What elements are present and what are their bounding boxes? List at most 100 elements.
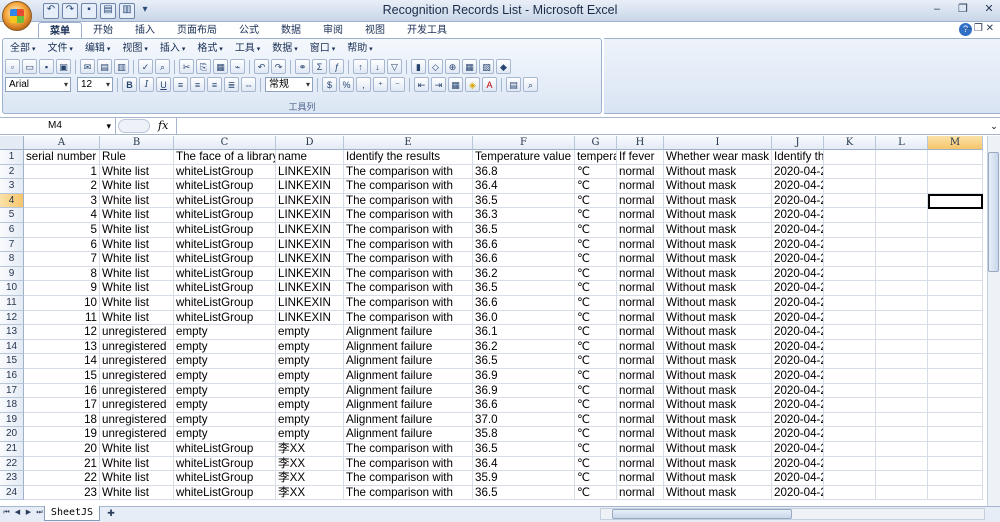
row-header[interactable]: 13 [0, 325, 24, 340]
table-cell[interactable]: whiteListGroup [174, 456, 276, 472]
permission-icon[interactable]: ▣ [56, 59, 71, 74]
table-cell[interactable]: 36.1 [473, 325, 575, 340]
spelling-icon[interactable]: ✓ [138, 59, 153, 74]
ribbon-tab[interactable]: 数据 [270, 22, 312, 39]
expand-formula-bar-icon[interactable]: ⌄ [988, 118, 1000, 134]
row-header[interactable]: 16 [0, 369, 24, 384]
table-cell[interactable]: 37.0 [473, 412, 575, 428]
table-cell[interactable]: ℃ [575, 179, 617, 194]
open-icon[interactable]: ▭ [22, 59, 37, 74]
table-cell[interactable]: normal [617, 398, 664, 413]
table-cell[interactable]: The comparison with [344, 179, 473, 194]
italic-button[interactable]: I [139, 77, 154, 92]
table-cell[interactable] [824, 354, 876, 369]
table-cell[interactable] [876, 325, 928, 340]
table-cell[interactable]: unregistered [100, 354, 174, 369]
header-cell[interactable]: Identify the results [344, 150, 473, 165]
table-cell[interactable]: ℃ [575, 427, 617, 442]
table-cell[interactable]: The comparison with [344, 266, 473, 282]
table-cell[interactable] [824, 471, 876, 486]
table-cell[interactable] [928, 266, 983, 282]
table-cell[interactable]: 2020-04-29 18:17:46 [772, 310, 824, 326]
column-header[interactable]: L [876, 136, 928, 150]
table-cell[interactable] [876, 223, 928, 238]
table-cell[interactable]: LINKEXIN [276, 223, 344, 238]
align-center-icon[interactable]: ≡ [190, 77, 205, 92]
table-cell[interactable]: Without mask [664, 252, 772, 267]
row-header[interactable]: 9 [0, 266, 24, 282]
table-cell[interactable]: LINKEXIN [276, 266, 344, 282]
table-cell[interactable] [876, 485, 928, 501]
table-cell[interactable]: whiteListGroup [174, 281, 276, 296]
column-header[interactable]: H [617, 136, 664, 150]
row-header[interactable]: 7 [0, 237, 24, 253]
table-cell[interactable]: 2020-04-29 18:05:33 [772, 339, 824, 355]
research-icon[interactable]: ⌕ [155, 59, 170, 74]
row-header[interactable]: 12 [0, 310, 24, 326]
table-cell[interactable]: 11 [24, 310, 100, 326]
table-cell[interactable]: 22 [24, 471, 100, 486]
table-cell[interactable] [824, 193, 876, 209]
table-cell[interactable] [876, 208, 928, 223]
ribbon-tab[interactable]: 页面布局 [166, 22, 228, 39]
table-cell[interactable]: LINKEXIN [276, 281, 344, 296]
row-header[interactable]: 14 [0, 339, 24, 355]
cut-icon[interactable]: ✂ [179, 59, 194, 74]
table-cell[interactable] [876, 237, 928, 253]
table-cell[interactable]: Without mask [664, 164, 772, 180]
table-cell[interactable] [928, 412, 983, 428]
table-cell[interactable] [876, 471, 928, 486]
table-cell[interactable]: ℃ [575, 266, 617, 282]
table-cell[interactable]: 2020-04-29 12:54:52 [772, 456, 824, 472]
table-cell[interactable]: empty [276, 398, 344, 413]
table-cell[interactable] [824, 266, 876, 282]
table-cell[interactable]: 15 [24, 369, 100, 384]
vertical-scroll-thumb[interactable] [988, 152, 999, 272]
table-cell[interactable]: Without mask [664, 281, 772, 296]
table-cell[interactable]: 12 [24, 325, 100, 340]
row-header[interactable]: 23 [0, 471, 24, 486]
table-cell[interactable]: 2020-04-29 18:06:41 [772, 325, 824, 340]
menu-item[interactable]: 文件 [41, 41, 78, 56]
ribbon-tab[interactable]: 视图 [354, 22, 396, 39]
table-cell[interactable]: ℃ [575, 325, 617, 340]
table-cell[interactable]: whiteListGroup [174, 208, 276, 223]
table-cell[interactable]: 李XX [276, 456, 344, 472]
column-header[interactable]: J [772, 136, 824, 150]
table-cell[interactable] [928, 398, 983, 413]
table-cell[interactable]: normal [617, 369, 664, 384]
borders-icon[interactable]: ▦ [448, 77, 463, 92]
table-cell[interactable]: The comparison with [344, 208, 473, 223]
table-cell[interactable]: unregistered [100, 383, 174, 399]
font-size-select[interactable]: 12 [77, 77, 113, 92]
table-cell[interactable] [876, 310, 928, 326]
menu-item[interactable]: 编辑 [79, 41, 116, 56]
table-cell[interactable] [824, 442, 876, 457]
table-cell[interactable]: normal [617, 383, 664, 399]
table-cell[interactable]: LINKEXIN [276, 296, 344, 311]
column-header[interactable]: M [928, 136, 983, 150]
table-cell[interactable]: 36.5 [473, 442, 575, 457]
table-cell[interactable]: whiteListGroup [174, 310, 276, 326]
table-cell[interactable] [928, 383, 983, 399]
table-cell[interactable]: The comparison with [344, 310, 473, 326]
minimize-button[interactable]: – [930, 2, 944, 16]
undo-icon[interactable]: ↶ [254, 59, 269, 74]
table-cell[interactable]: normal [617, 442, 664, 457]
header-cell[interactable] [928, 150, 983, 165]
table-cell[interactable] [876, 412, 928, 428]
table-cell[interactable]: unregistered [100, 427, 174, 442]
table-cell[interactable]: Alignment failure [344, 383, 473, 399]
table-cell[interactable]: 35.8 [473, 427, 575, 442]
table-cell[interactable]: whiteListGroup [174, 442, 276, 457]
table-cell[interactable]: ℃ [575, 456, 617, 472]
ribbon-tab[interactable]: 开始 [82, 22, 124, 39]
filter-icon[interactable]: ▽ [387, 59, 402, 74]
row-header[interactable]: 5 [0, 208, 24, 223]
table-cell[interactable]: Alignment failure [344, 354, 473, 369]
table-cell[interactable]: ℃ [575, 471, 617, 486]
table-cell[interactable]: empty [174, 427, 276, 442]
column-header[interactable]: G [575, 136, 617, 150]
row-header[interactable]: 10 [0, 281, 24, 296]
table-cell[interactable]: 4 [24, 208, 100, 223]
